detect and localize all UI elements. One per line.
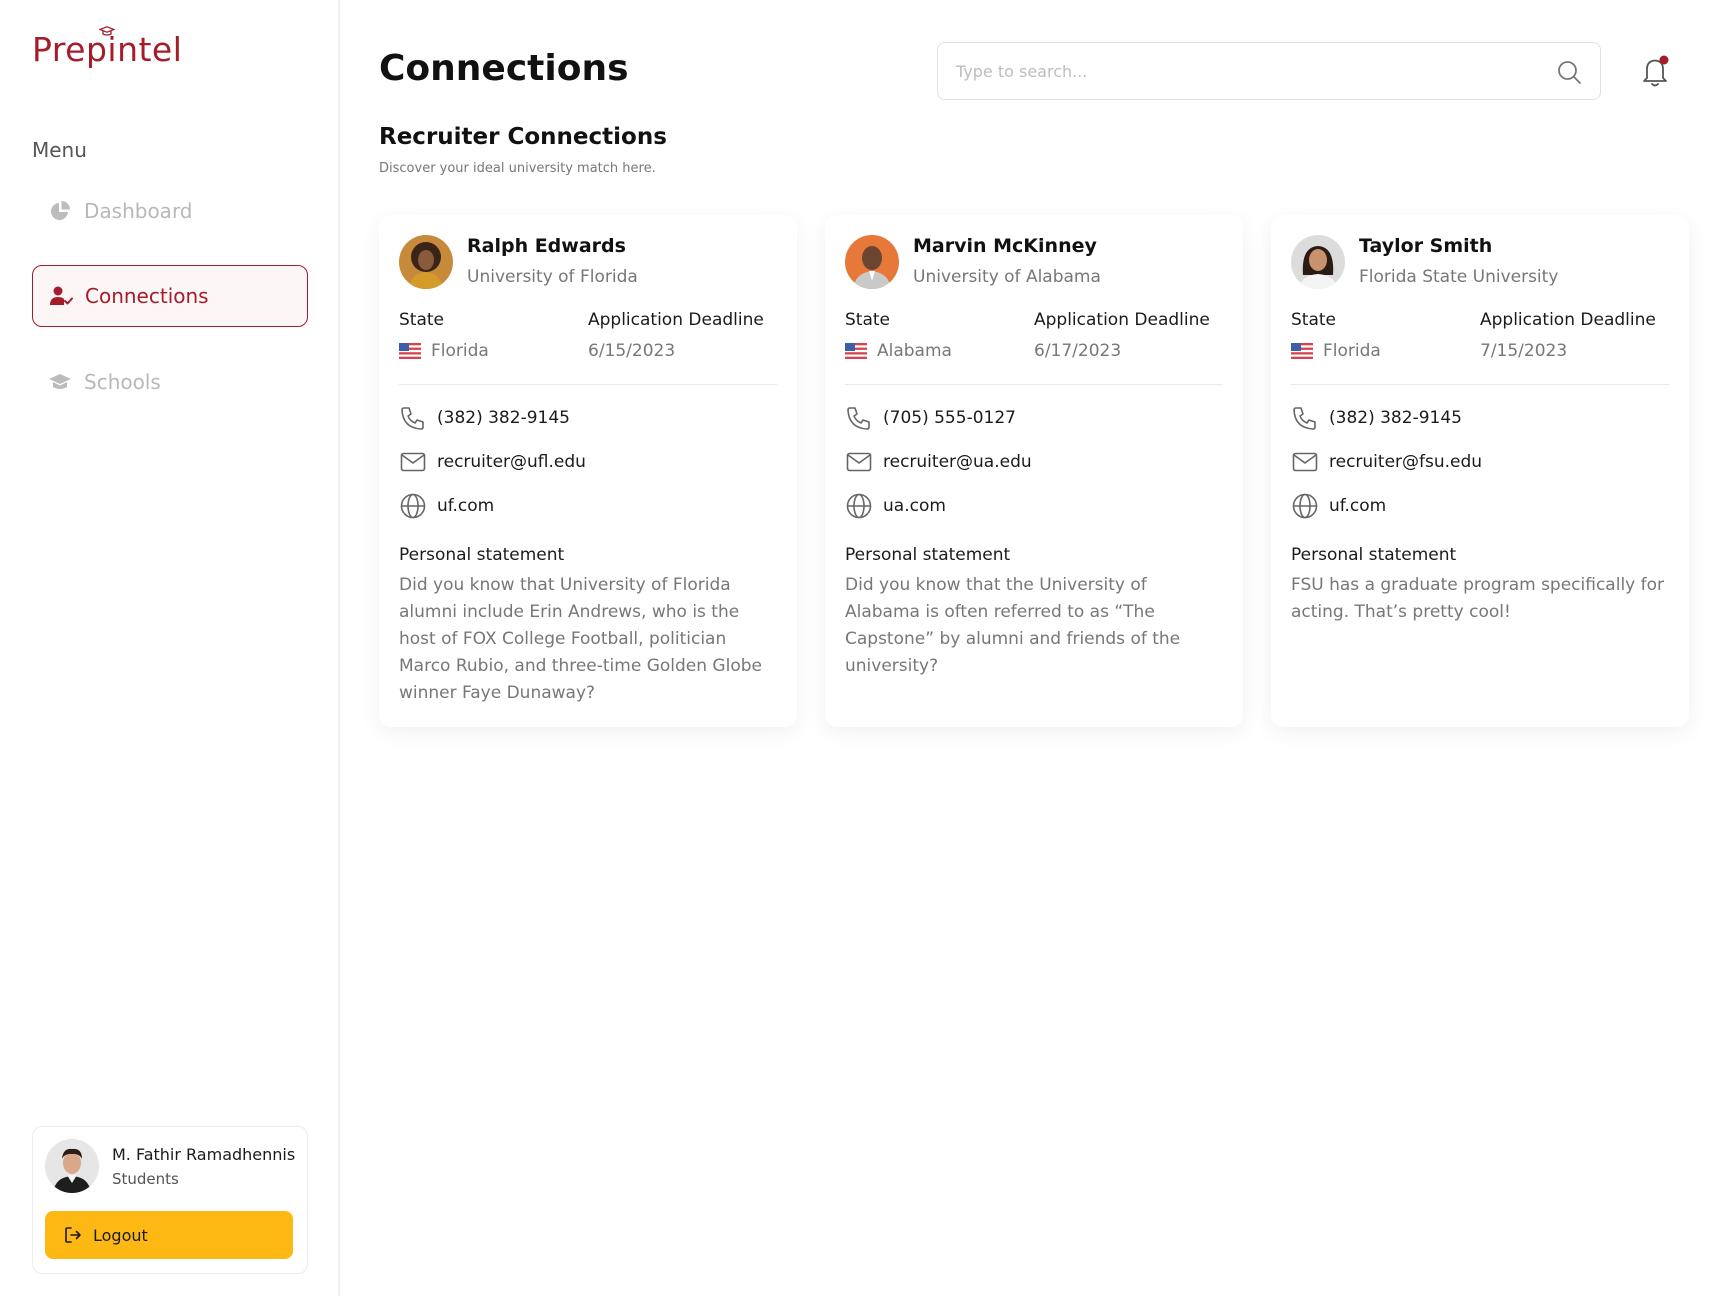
phone-row[interactable]: (705) 555-0127 xyxy=(845,404,1016,432)
email-row[interactable]: recruiter@fsu.edu xyxy=(1291,448,1482,476)
user-name: M. Fathir Ramadhennis xyxy=(112,1145,296,1164)
phone-value: (382) 382-9145 xyxy=(1329,408,1462,428)
avatar[interactable] xyxy=(45,1139,99,1193)
phone-icon xyxy=(1293,407,1316,430)
divider xyxy=(1291,384,1669,385)
deadline-label: Application Deadline xyxy=(588,310,764,330)
state-value: Florida xyxy=(1323,341,1381,361)
recruiter-university: Florida State University xyxy=(1359,267,1559,287)
sidebar-item-label: Dashboard xyxy=(84,199,193,223)
mail-icon xyxy=(846,452,872,472)
email-value: recruiter@fsu.edu xyxy=(1329,452,1483,472)
graduation-cap-icon xyxy=(48,370,72,394)
deadline-value: 7/15/2023 xyxy=(1480,341,1568,361)
deadline-label: Application Deadline xyxy=(1034,310,1210,330)
deadline-value: 6/17/2023 xyxy=(1034,341,1122,361)
recruiter-name: Ralph Edwards xyxy=(467,235,626,257)
statement-label: Personal statement xyxy=(399,545,565,565)
recruiter-card[interactable]: Ralph Edwards University of Florida Stat… xyxy=(379,215,797,727)
email-value: recruiter@ua.edu xyxy=(883,452,1032,472)
statement-label: Personal statement xyxy=(1291,545,1457,565)
search-icon[interactable] xyxy=(1556,59,1582,85)
us-flag-icon xyxy=(399,343,421,359)
avatar xyxy=(845,235,899,289)
search-input[interactable] xyxy=(956,57,1516,85)
pie-chart-icon xyxy=(48,199,72,223)
deadline-label: Application Deadline xyxy=(1480,310,1656,330)
deadline-value: 6/15/2023 xyxy=(588,341,676,361)
us-flag-icon xyxy=(1291,343,1313,359)
app-logo[interactable]: Prepintel xyxy=(32,26,182,69)
globe-icon xyxy=(1292,493,1318,519)
menu-title: Menu xyxy=(32,138,87,162)
globe-icon xyxy=(400,493,426,519)
logout-icon xyxy=(65,1227,81,1243)
graduation-cap-logo-icon xyxy=(99,26,115,36)
sidebar-item-schools[interactable]: Schools xyxy=(32,351,308,413)
phone-icon xyxy=(847,407,870,430)
divider xyxy=(845,384,1223,385)
recruiter-card[interactable]: Taylor Smith Florida State University St… xyxy=(1271,215,1689,727)
sidebar-item-label: Connections xyxy=(85,284,209,308)
avatar xyxy=(399,235,453,289)
website-row[interactable]: uf.com xyxy=(1291,492,1386,520)
state-value: Florida xyxy=(431,341,489,361)
website-value: uf.com xyxy=(437,496,495,516)
email-row[interactable]: recruiter@ua.edu xyxy=(845,448,1032,476)
user-check-icon xyxy=(49,284,73,308)
divider xyxy=(399,384,777,385)
section-title: Recruiter Connections xyxy=(379,124,667,150)
phone-row[interactable]: (382) 382-9145 xyxy=(399,404,570,432)
us-flag-icon xyxy=(845,343,867,359)
state-label: State xyxy=(845,310,890,330)
logout-button[interactable]: Logout xyxy=(45,1211,293,1259)
sidebar-item-label: Schools xyxy=(84,370,161,394)
section-subtitle: Discover your ideal university match her… xyxy=(379,161,656,176)
statement-label: Personal statement xyxy=(845,545,1011,565)
recruiter-name: Taylor Smith xyxy=(1359,235,1493,257)
phone-value: (705) 555-0127 xyxy=(883,408,1016,428)
recruiter-university: University of Florida xyxy=(467,267,638,287)
recruiter-university: University of Alabama xyxy=(913,267,1101,287)
website-row[interactable]: uf.com xyxy=(399,492,494,520)
phone-row[interactable]: (382) 382-9145 xyxy=(1291,404,1462,432)
state-label: State xyxy=(1291,310,1336,330)
page-title: Connections xyxy=(379,48,629,89)
globe-icon xyxy=(846,493,872,519)
personal-statement: Did you know that the University of Alab… xyxy=(845,575,1181,676)
mail-icon xyxy=(400,452,426,472)
website-row[interactable]: ua.com xyxy=(845,492,946,520)
sidebar-item-dashboard[interactable]: Dashboard xyxy=(32,180,308,242)
email-row[interactable]: recruiter@ufl.edu xyxy=(399,448,586,476)
state-label: State xyxy=(399,310,444,330)
avatar xyxy=(1291,235,1345,289)
personal-statement: Did you know that University of Florida … xyxy=(399,575,762,703)
state-value: Alabama xyxy=(877,341,952,361)
notification-bell-icon[interactable] xyxy=(1641,54,1671,88)
personal-statement: FSU has a graduate program specifically … xyxy=(1291,575,1665,622)
website-value: uf.com xyxy=(1329,496,1387,516)
recruiter-card[interactable]: Marvin McKinney University of Alabama St… xyxy=(825,215,1243,727)
mail-icon xyxy=(1292,452,1318,472)
logout-label: Logout xyxy=(93,1225,148,1245)
user-role: Students xyxy=(112,1170,179,1188)
recruiter-name: Marvin McKinney xyxy=(913,235,1097,257)
sidebar: Prepintel Menu Dashboard Connections Sch… xyxy=(0,0,340,1296)
search-bar[interactable] xyxy=(937,42,1601,100)
email-value: recruiter@ufl.edu xyxy=(437,452,586,472)
website-value: ua.com xyxy=(883,496,946,516)
phone-value: (382) 382-9145 xyxy=(437,408,570,428)
user-profile-card: M. Fathir Ramadhennis Students Logout xyxy=(32,1126,308,1274)
sidebar-item-connections[interactable]: Connections xyxy=(32,265,308,327)
phone-icon xyxy=(401,407,424,430)
